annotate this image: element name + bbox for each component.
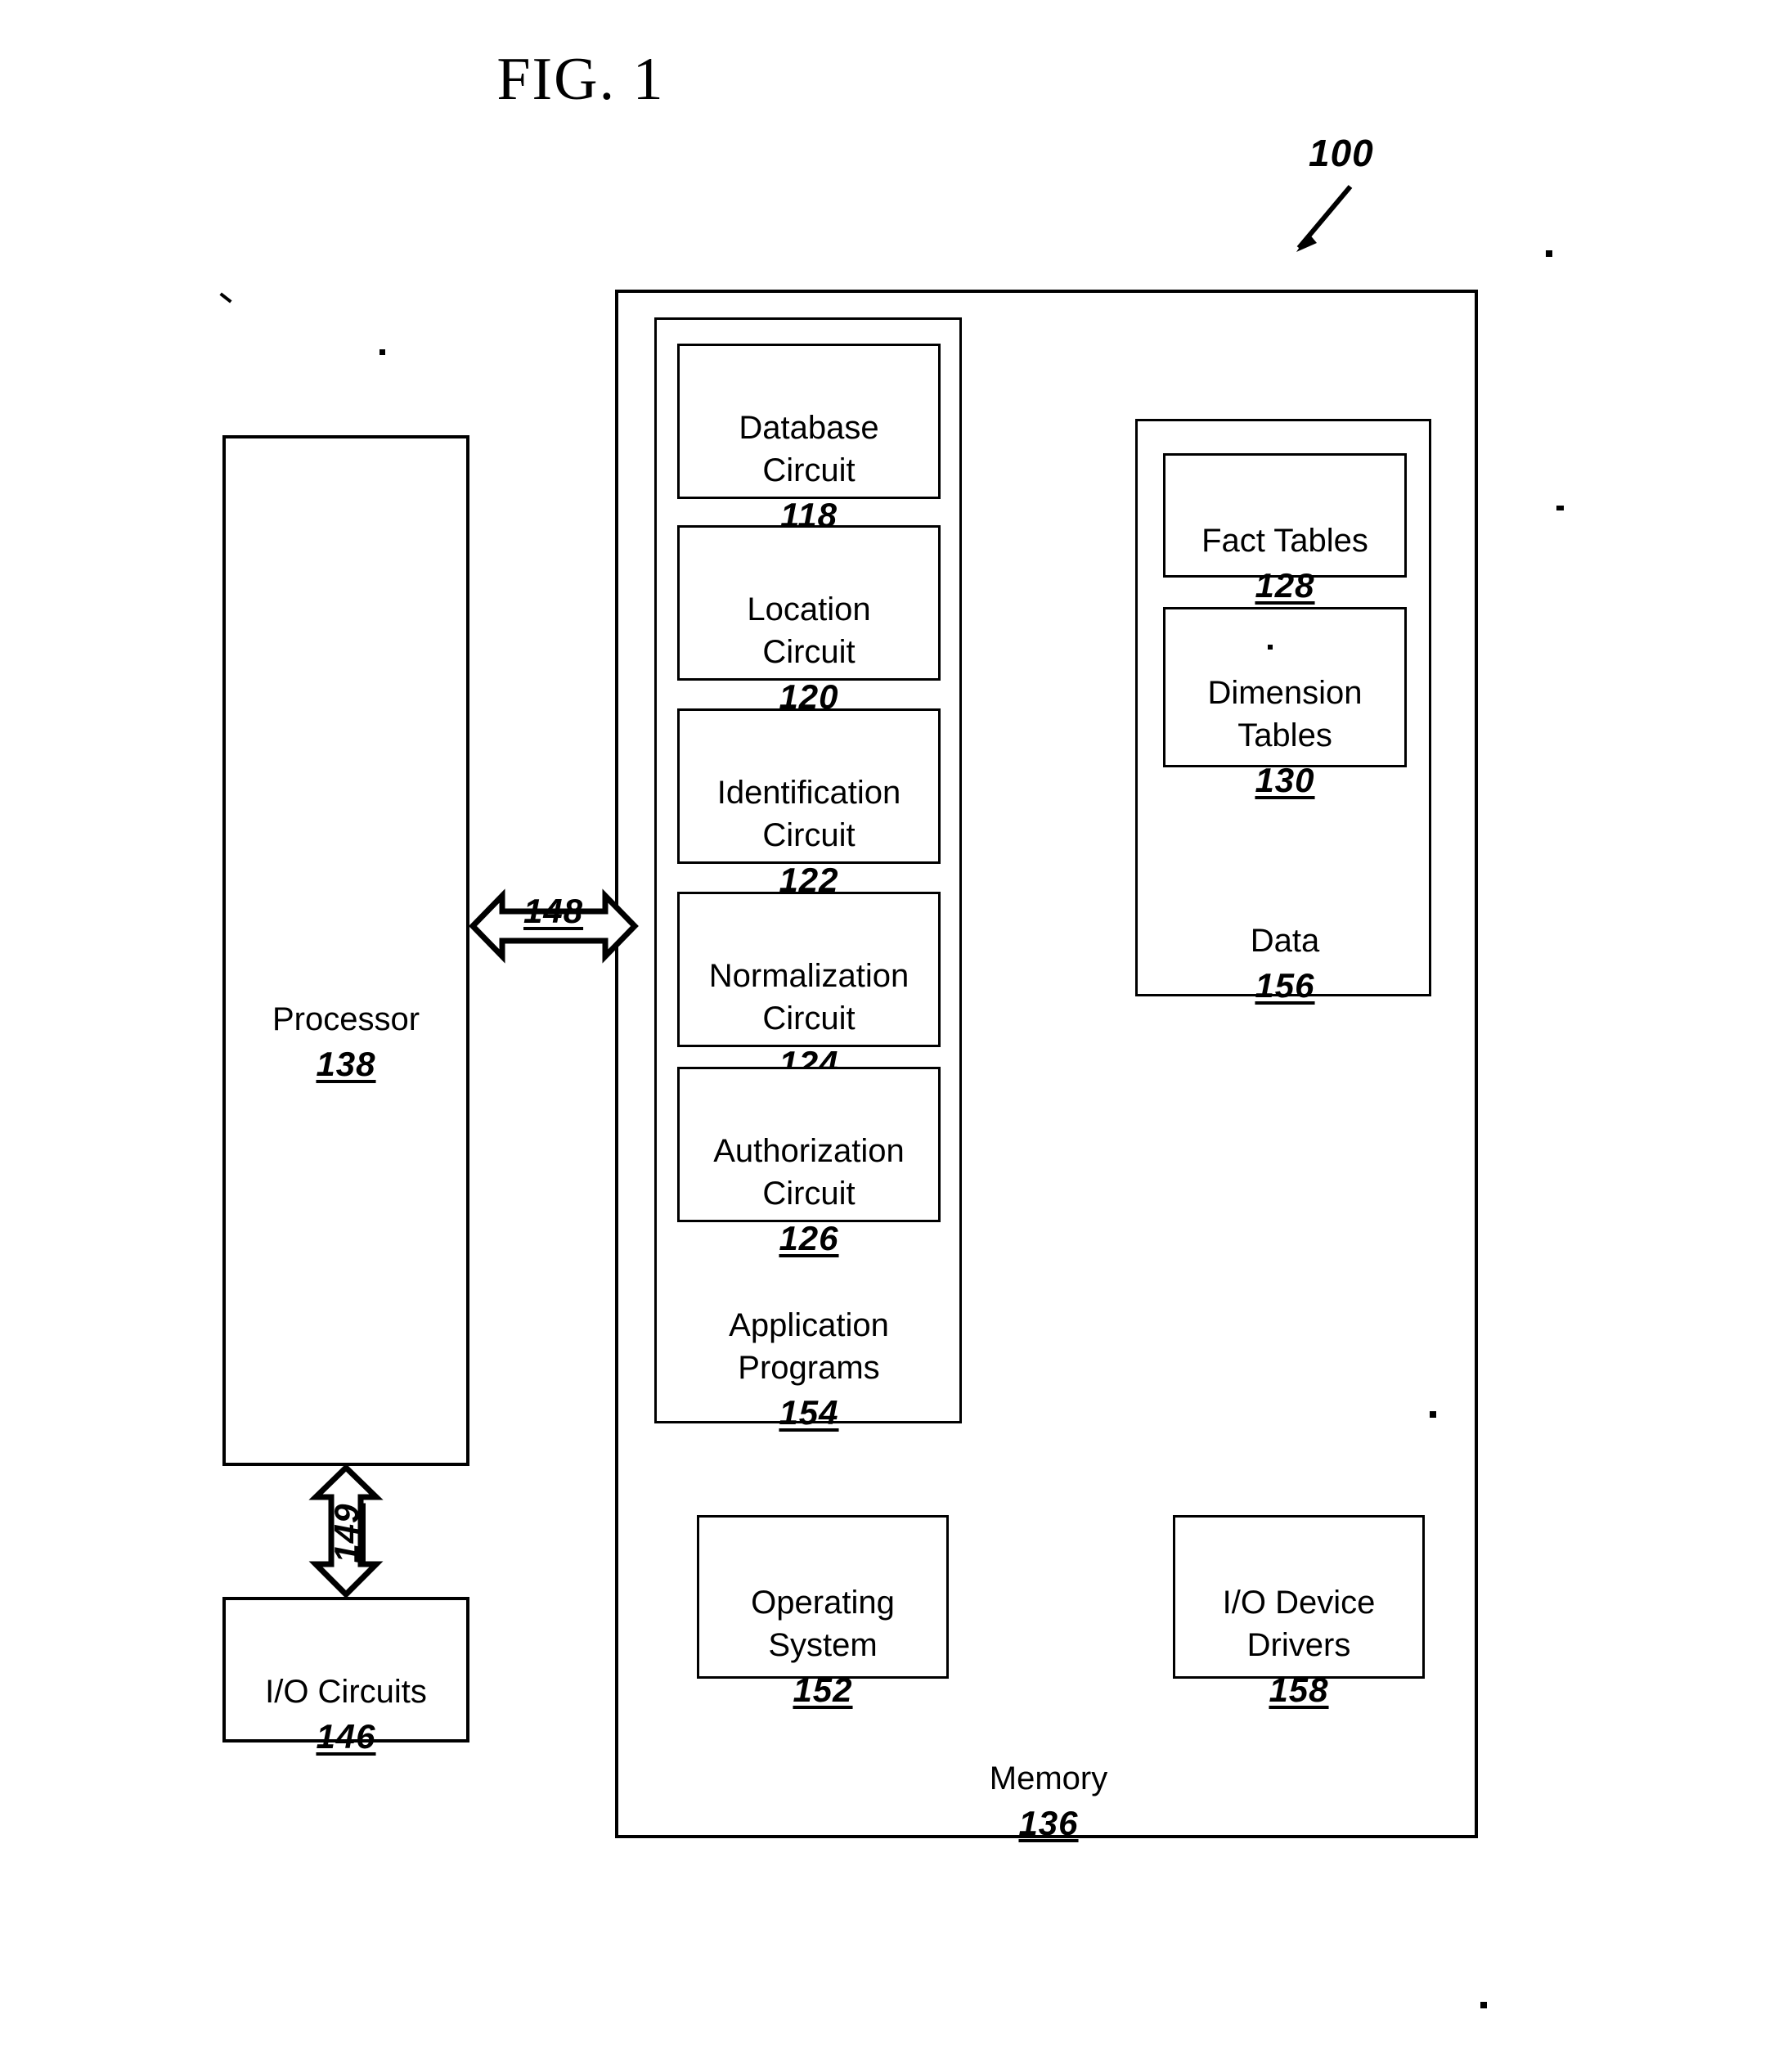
processor-label-group: Processor 138 — [226, 956, 466, 1131]
dimension-tables-ref: 130 — [1255, 761, 1315, 799]
data-label: Data — [1250, 923, 1320, 959]
operating-system-label-group: Operating System 152 — [699, 1539, 946, 1756]
scan-artifact-dot — [380, 349, 385, 355]
identification-circuit-box: Identification Circuit 122 — [677, 708, 941, 899]
application-programs-label-group: Application Programs 154 — [677, 1261, 941, 1479]
scan-artifact-dot — [1556, 506, 1564, 510]
identification-circuit-label: Identification Circuit — [716, 775, 901, 853]
io-circuits-label: I/O Circuits — [265, 1674, 427, 1710]
memory-label-group: Memory 136 — [942, 1715, 1155, 1890]
io-circuits-ref: 146 — [316, 1717, 376, 1756]
scan-artifact-dot — [1430, 1411, 1436, 1418]
bus-149-ref: 149 — [327, 1503, 366, 1563]
io-device-drivers-ref: 158 — [1269, 1671, 1329, 1709]
scan-artifact-dot — [1268, 645, 1273, 650]
application-programs-ref: 154 — [779, 1393, 839, 1432]
location-circuit-label: Location Circuit — [747, 591, 871, 670]
scan-artifact-dot — [1546, 250, 1552, 257]
authorization-circuit-ref: 126 — [779, 1219, 839, 1257]
data-ref: 156 — [1255, 966, 1315, 1005]
authorization-circuit-label: Authorization Circuit — [713, 1133, 905, 1212]
io-circuits-box: I/O Circuits 146 — [222, 1597, 469, 1756]
fact-tables-ref: 128 — [1255, 566, 1315, 605]
system-leader-arrow — [1296, 185, 1353, 252]
operating-system-label: Operating System — [751, 1585, 895, 1663]
system-reference-number: 100 — [1309, 132, 1374, 174]
authorization-circuit-box: Authorization Circuit 126 — [677, 1067, 941, 1257]
dimension-tables-box: Dimension Tables 130 — [1163, 607, 1407, 799]
processor-box: Processor 138 — [222, 435, 469, 1466]
bus-148-ref: 148 — [523, 892, 584, 930]
normalization-circuit-label: Normalization Circuit — [708, 958, 909, 1036]
database-circuit-box: Database Circuit 118 — [677, 344, 941, 534]
data-label-group: Data 156 — [1163, 877, 1407, 1052]
dimension-tables-label-group: Dimension Tables 130 — [1165, 629, 1404, 847]
scan-artifact-tick — [219, 292, 232, 304]
fact-tables-box: Fact Tables 128 — [1163, 453, 1407, 605]
io-circuits-label-group: I/O Circuits 146 — [226, 1628, 466, 1803]
io-device-drivers-box: I/O Device Drivers 158 — [1173, 1515, 1425, 1709]
location-circuit-box: Location Circuit 120 — [677, 525, 941, 716]
dimension-tables-label: Dimension Tables — [1207, 675, 1363, 753]
application-programs-label: Application Programs — [729, 1307, 889, 1386]
memory-ref: 136 — [1018, 1804, 1079, 1842]
normalization-circuit-box: Normalization Circuit 124 — [677, 892, 941, 1082]
operating-system-ref: 152 — [793, 1671, 853, 1709]
io-device-drivers-label: I/O Device Drivers — [1222, 1585, 1376, 1663]
scan-artifact-dot — [1480, 2002, 1487, 2008]
operating-system-box: Operating System 152 — [697, 1515, 949, 1709]
processor-ref: 138 — [316, 1045, 376, 1083]
fact-tables-label: Fact Tables — [1201, 523, 1368, 559]
figure-title: FIG. 1 — [496, 46, 665, 113]
processor-label: Processor — [272, 1001, 420, 1037]
io-device-drivers-label-group: I/O Device Drivers 158 — [1175, 1539, 1422, 1756]
database-circuit-label: Database Circuit — [739, 410, 879, 488]
memory-label: Memory — [989, 1760, 1108, 1796]
